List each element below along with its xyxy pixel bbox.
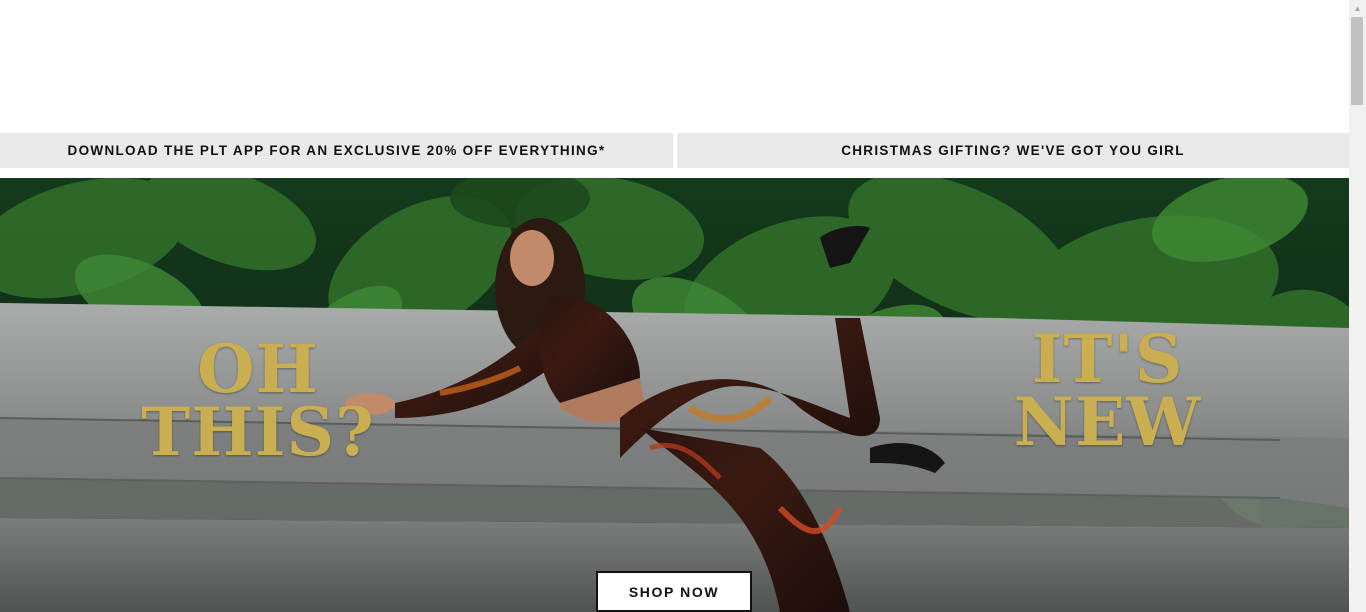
shop-now-button[interactable]: SHOP NOW <box>596 571 752 612</box>
triangle-up-icon[interactable]: ▲ <box>1349 0 1366 17</box>
promo-banner-app-discount[interactable]: DOWNLOAD THE PLT APP FOR AN EXCLUSIVE 20… <box>0 133 673 168</box>
hero-headline-right: IT'S NEW <box>1005 320 1210 461</box>
promo-banner-christmas-gifting-text: CHRISTMAS GIFTING? WE'VE GOT YOU GIRL <box>841 143 1185 158</box>
scrollbar-thumb[interactable] <box>1351 17 1363 105</box>
hero-headline-left-line-2: THIS? <box>141 392 375 471</box>
header-area <box>0 0 1349 133</box>
hero-headline-left-line-1: OH <box>197 330 319 408</box>
page: DOWNLOAD THE PLT APP FOR AN EXCLUSIVE 20… <box>0 0 1366 612</box>
promo-banner-christmas-gifting[interactable]: CHRISTMAS GIFTING? WE'VE GOT YOU GIRL <box>677 133 1349 168</box>
shop-now-button-label: SHOP NOW <box>628 583 720 600</box>
hero-headline-left: OH THIS? <box>128 330 388 471</box>
hero-headline-right-line-2: NEW <box>1013 382 1202 461</box>
vertical-scrollbar[interactable]: ▲ <box>1349 0 1366 612</box>
hero-headline-right-line-1: IT'S <box>1031 320 1184 398</box>
hero-banner[interactable]: OH THIS? IT'S NEW SHOP NOW <box>0 178 1349 612</box>
promo-banner-app-discount-text: DOWNLOAD THE PLT APP FOR AN EXCLUSIVE 20… <box>67 143 606 158</box>
